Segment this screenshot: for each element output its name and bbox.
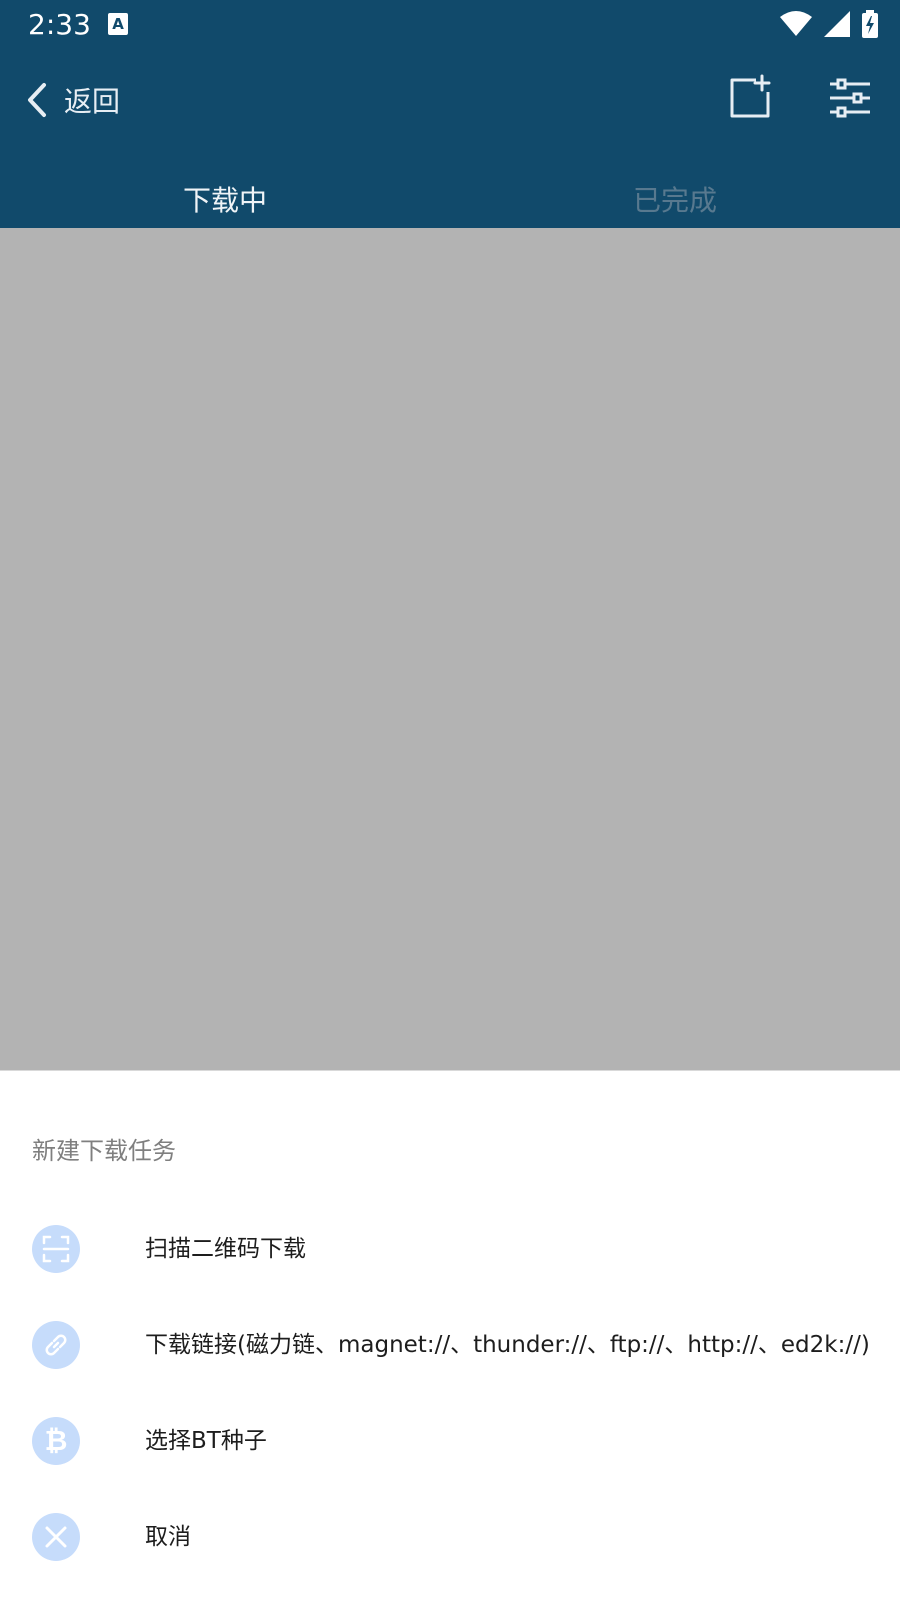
tab-downloading[interactable]: 下载中 [0, 170, 450, 228]
close-icon [32, 1513, 80, 1561]
scan-qr-option[interactable]: 扫描二维码下载 [0, 1201, 900, 1297]
new-download-sheet: 新建下载任务 扫描二维码下载 下载链接(磁力链、magnet://、thunde… [0, 1070, 900, 1601]
chevron-left-icon [28, 83, 46, 117]
add-task-icon [730, 74, 771, 118]
app-bar: 返回 下载中 已完成 [0, 50, 900, 228]
back-label: 返回 [64, 85, 121, 118]
scan-qr-label: 扫描二维码下载 [145, 1236, 306, 1262]
cancel-option[interactable]: 取消 [0, 1489, 900, 1585]
filter-button[interactable] [826, 74, 874, 122]
wifi-icon [780, 11, 812, 36]
qr-scan-icon [32, 1225, 80, 1273]
link-icon [32, 1321, 80, 1369]
sheet-title: 新建下载任务 [32, 1137, 176, 1165]
back-button[interactable]: 返回 [24, 76, 120, 124]
select-bt-label: 选择BT种子 [145, 1428, 267, 1454]
battery-icon [862, 10, 878, 38]
bitcoin-icon: ₿ [32, 1417, 80, 1465]
tab-completed[interactable]: 已完成 [450, 170, 900, 228]
cancel-label: 取消 [145, 1524, 191, 1550]
tab-bar: 下载中 已完成 [0, 170, 900, 228]
download-link-option[interactable]: 下载链接(磁力链、magnet://、thunder://、ftp://、htt… [0, 1297, 900, 1393]
status-bar: 2:33 A [0, 0, 900, 50]
add-task-button[interactable] [726, 74, 774, 122]
select-bt-option[interactable]: ₿ 选择BT种子 [0, 1393, 900, 1489]
modal-overlay[interactable] [0, 228, 900, 1070]
notification-icon: A [108, 13, 128, 35]
filter-sliders-icon [830, 78, 870, 118]
status-time: 2:33 [28, 8, 91, 41]
download-link-label: 下载链接(磁力链、magnet://、thunder://、ftp://、htt… [145, 1332, 870, 1358]
status-indicators [780, 10, 878, 38]
signal-icon [824, 11, 850, 37]
